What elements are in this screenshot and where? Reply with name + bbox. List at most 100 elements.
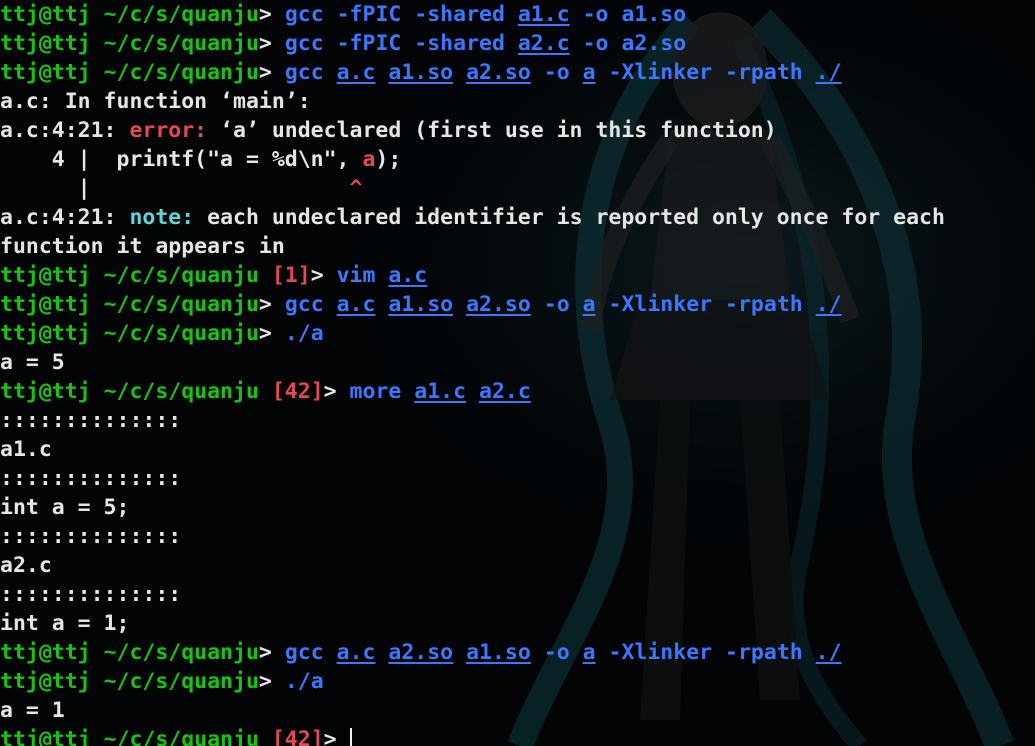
command-name: ./a: [284, 669, 324, 694]
prompt-path: ~/c/s/quanju: [103, 640, 259, 665]
path-argument[interactable]: ./: [816, 60, 842, 85]
prompt-line: ttj@ttj ~/c/s/quanju> gcc a.c a2.so a1.s…: [0, 638, 945, 667]
source-code: 4 | printf("a = %d\n",: [0, 147, 363, 172]
output-line: ::::::::::::::: [0, 408, 182, 433]
exit-status-badge: [42]: [271, 379, 324, 404]
path-argument[interactable]: a: [583, 292, 596, 317]
path-argument[interactable]: a2.c: [518, 31, 570, 56]
prompt-user-host: ttj@ttj: [0, 640, 91, 665]
path-argument[interactable]: a2.so: [466, 292, 531, 317]
path-argument[interactable]: a2.so: [466, 60, 531, 85]
exit-status-badge: [42]: [271, 727, 324, 746]
prompt-user-host: ttj@ttj: [0, 292, 91, 317]
source-code: );: [375, 147, 402, 172]
command-argument: -Xlinker: [608, 292, 713, 317]
prompt-user-host: ttj@ttj: [0, 727, 91, 746]
command-name: gcc: [284, 60, 324, 85]
prompt-arrow: >: [323, 379, 337, 404]
command-name: gcc: [284, 640, 324, 665]
command-name: more: [349, 379, 402, 404]
path-argument[interactable]: a: [583, 640, 596, 665]
command-argument: -shared: [414, 2, 505, 27]
command-argument: -rpath: [725, 60, 803, 85]
text-cursor[interactable]: [349, 728, 352, 746]
path-argument[interactable]: a1.so: [388, 60, 453, 85]
path-argument[interactable]: a1.c: [414, 379, 466, 404]
command-argument: -fPIC: [336, 31, 402, 56]
path-argument[interactable]: a.c: [388, 263, 427, 288]
prompt-user-host: ttj@ttj: [0, 263, 91, 288]
output-line: a = 1: [0, 698, 65, 723]
prompt-arrow: >: [258, 669, 272, 694]
path-argument[interactable]: a.c: [337, 292, 376, 317]
prompt-path: ~/c/s/quanju: [103, 60, 259, 85]
terminal-output: ttj@ttj ~/c/s/quanju> gcc -fPIC -shared …: [0, 0, 945, 746]
prompt-user-host: ttj@ttj: [0, 2, 91, 27]
path-argument[interactable]: a1.c: [518, 2, 570, 27]
source-snippet-line: 4 | printf("a = %d\n", a);: [0, 145, 945, 174]
command-argument: a1.so: [621, 2, 687, 27]
diagnostic-location: a.c:4:21:: [0, 205, 130, 230]
prompt-user-host: ttj@ttj: [0, 31, 91, 56]
compiler-diagnostic-line: a.c:4:21: note: each undeclared identifi…: [0, 203, 945, 232]
source-highlight: a: [362, 147, 376, 172]
prompt-line: ttj@ttj ~/c/s/quanju> gcc a.c a1.so a2.s…: [0, 290, 945, 319]
prompt-user-host: ttj@ttj: [0, 669, 91, 694]
path-argument[interactable]: a1.so: [388, 292, 453, 317]
command-argument: -shared: [414, 31, 505, 56]
command-argument: -o: [543, 292, 570, 317]
path-argument[interactable]: a: [583, 60, 596, 85]
prompt-arrow: >: [258, 321, 272, 346]
path-argument[interactable]: a.c: [337, 640, 376, 665]
prompt-path: ~/c/s/quanju: [103, 727, 259, 746]
prompt-path: ~/c/s/quanju: [103, 31, 259, 56]
diagnostic-message: ‘a’ undeclared (first use in this functi…: [207, 118, 777, 143]
command-name: gcc: [284, 2, 324, 27]
diagnostic-location: a.c:4:21:: [0, 118, 130, 143]
command-argument: -o: [543, 640, 570, 665]
prompt-path: ~/c/s/quanju: [103, 263, 259, 288]
prompt-line: ttj@ttj ~/c/s/quanju [42]>: [0, 725, 945, 746]
prompt-arrow: >: [258, 640, 272, 665]
prompt-line: ttj@ttj ~/c/s/quanju> gcc -fPIC -shared …: [0, 0, 945, 29]
command-name: gcc: [284, 31, 324, 56]
caret-line: | ^: [0, 174, 945, 203]
path-argument[interactable]: a2.so: [388, 640, 453, 665]
prompt-path: ~/c/s/quanju: [103, 292, 259, 317]
command-argument: -fPIC: [336, 2, 402, 27]
path-argument[interactable]: a2.c: [479, 379, 531, 404]
prompt-path: ~/c/s/quanju: [103, 321, 259, 346]
output-line: ::::::::::::::: [0, 466, 182, 491]
prompt-arrow: >: [258, 60, 272, 85]
prompt-arrow: >: [258, 2, 272, 27]
command-argument: a2.so: [621, 31, 687, 56]
prompt-user-host: ttj@ttj: [0, 60, 91, 85]
prompt-line: ttj@ttj ~/c/s/quanju> gcc -fPIC -shared …: [0, 29, 945, 58]
command-argument: -Xlinker: [608, 640, 713, 665]
path-argument[interactable]: a1.so: [466, 640, 531, 665]
caret-gutter: |: [0, 176, 350, 201]
path-argument[interactable]: ./: [816, 640, 842, 665]
prompt-arrow: >: [258, 292, 272, 317]
compiler-diagnostic-line: a.c:4:21: error: ‘a’ undeclared (first u…: [0, 116, 945, 145]
prompt-line: ttj@ttj ~/c/s/quanju> ./a: [0, 319, 945, 348]
terminal-window[interactable]: ttj@ttj ~/c/s/quanju> gcc -fPIC -shared …: [0, 0, 1035, 746]
prompt-line: ttj@ttj ~/c/s/quanju> ./a: [0, 667, 945, 696]
path-argument[interactable]: ./: [816, 292, 842, 317]
prompt-path: ~/c/s/quanju: [103, 379, 259, 404]
command-argument: -o: [543, 60, 570, 85]
prompt-path: ~/c/s/quanju: [103, 669, 259, 694]
diagnostic-kind: note:: [129, 205, 195, 230]
exit-status-badge: [1]: [271, 263, 311, 288]
output-line: a.c: In function ‘main’:: [0, 89, 311, 114]
prompt-line: ttj@ttj ~/c/s/quanju> gcc a.c a1.so a2.s…: [0, 58, 945, 87]
command-argument: -rpath: [725, 292, 803, 317]
command-name: ./a: [284, 321, 324, 346]
command-name: vim: [336, 263, 376, 288]
path-argument[interactable]: a.c: [337, 60, 376, 85]
prompt-user-host: ttj@ttj: [0, 321, 91, 346]
output-line: int a = 1;: [0, 611, 130, 636]
command-argument: -o: [582, 2, 609, 27]
output-line: function it appears in: [0, 234, 285, 259]
prompt-arrow: >: [323, 727, 337, 746]
